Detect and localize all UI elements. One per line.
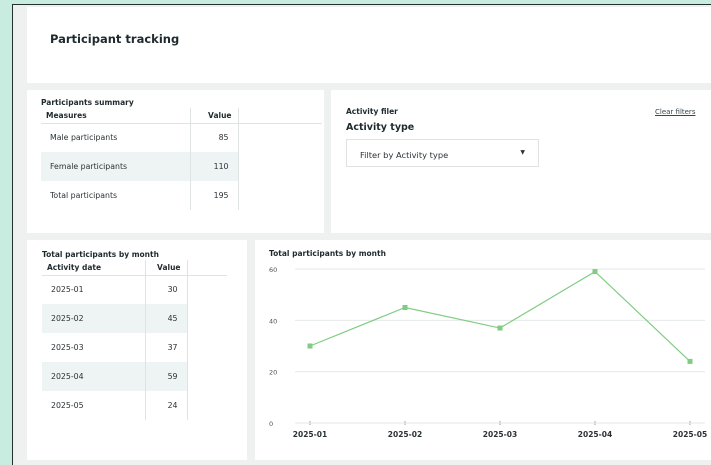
page-title: Participant tracking bbox=[50, 32, 180, 46]
value-cell: 30 bbox=[144, 275, 187, 304]
date-cell: 2025-01 bbox=[51, 285, 84, 295]
data-point bbox=[592, 269, 598, 275]
value-cell: 85 bbox=[189, 123, 238, 152]
y-tick-label: 0 bbox=[269, 420, 273, 428]
table-row[interactable]: Total participants 195 bbox=[41, 181, 322, 210]
data-point bbox=[402, 305, 408, 310]
series-line bbox=[309, 270, 691, 362]
column-header-value[interactable]: Value bbox=[144, 260, 187, 276]
value-cell: 24 bbox=[144, 391, 187, 420]
table-row[interactable]: 2025-03 37 bbox=[42, 333, 227, 362]
y-tick-label: 40 bbox=[269, 317, 277, 325]
header-card: Participant tracking bbox=[27, 7, 711, 83]
data-point bbox=[307, 343, 313, 349]
data-point bbox=[497, 325, 503, 331]
value-cell: 59 bbox=[144, 362, 187, 391]
line-chart-card: Total participants by month 0 20 40 60 2025-… bbox=[255, 240, 711, 460]
summary-card: Participants summary Measures Value Male… bbox=[27, 90, 324, 233]
table-row[interactable]: Male participants 85 bbox=[41, 123, 322, 152]
x-tick-label: 2025-03 bbox=[483, 430, 517, 439]
measure-cell: Male participants bbox=[50, 133, 118, 143]
date-cell: 2025-02 bbox=[42, 304, 145, 333]
x-tick-label: 2025-01 bbox=[293, 430, 327, 439]
data-point bbox=[687, 358, 693, 364]
date-cell: 2025-03 bbox=[51, 343, 84, 352]
dropdown-value: Filter by Activity type bbox=[360, 150, 449, 160]
filter-section-title: Activity filer bbox=[346, 107, 398, 116]
table-row[interactable]: 2025-04 59 bbox=[42, 362, 227, 391]
clear-filters-link[interactable]: Clear filters bbox=[655, 108, 695, 116]
dashboard-frame: Participant tracking Participants summar… bbox=[12, 4, 711, 465]
x-tick-label: 2025-05 bbox=[673, 430, 707, 439]
date-cell: 2025-05 bbox=[51, 401, 84, 410]
table-row[interactable]: 2025-05 24 bbox=[42, 391, 227, 420]
column-header-value[interactable]: Value bbox=[189, 108, 238, 124]
activity-type-dropdown[interactable]: Filter by Activity type ▼ bbox=[346, 139, 539, 167]
x-tick-label: 2025-04 bbox=[578, 430, 612, 439]
summary-table: Measures Value Male participants 85 Fema… bbox=[41, 108, 322, 210]
column-header-activity-date[interactable]: Activity date bbox=[42, 260, 145, 276]
column-header-measures[interactable]: Measures bbox=[41, 108, 190, 124]
x-tick-label: 2025-02 bbox=[388, 430, 422, 439]
value-cell: 195 bbox=[189, 181, 238, 210]
date-cell: 2025-04 bbox=[42, 362, 145, 391]
y-tick-label: 20 bbox=[269, 369, 277, 377]
summary-title: Participants summary bbox=[41, 98, 134, 107]
line-chart: 0 20 40 60 2025-01 2025-02 2025-03 2025-04 2025-… bbox=[269, 266, 707, 439]
dropdown-arrow-icon: ▼ bbox=[520, 149, 525, 156]
value-cell: 37 bbox=[144, 333, 187, 362]
value-cell: 110 bbox=[189, 152, 238, 181]
table-row[interactable]: 2025-01 30 bbox=[42, 275, 227, 304]
table-row[interactable]: 2025-02 45 bbox=[42, 304, 227, 333]
monthly-table: Activity date Value 2025-01 30 2025-02 4… bbox=[42, 260, 227, 420]
activity-type-label: Activity type bbox=[346, 122, 415, 133]
y-tick-label: 60 bbox=[269, 266, 277, 274]
monthly-table-title: Total participants by month bbox=[42, 250, 159, 259]
measure-cell: Female participants bbox=[41, 152, 190, 181]
activity-filter-card: Activity filer Clear filters Activity ty… bbox=[331, 90, 711, 233]
value-cell: 45 bbox=[144, 304, 187, 333]
table-row[interactable]: Female participants 110 bbox=[41, 152, 322, 181]
monthly-table-card: Total participants by month Activity dat… bbox=[27, 240, 247, 460]
measure-cell: Total participants bbox=[50, 191, 118, 200]
